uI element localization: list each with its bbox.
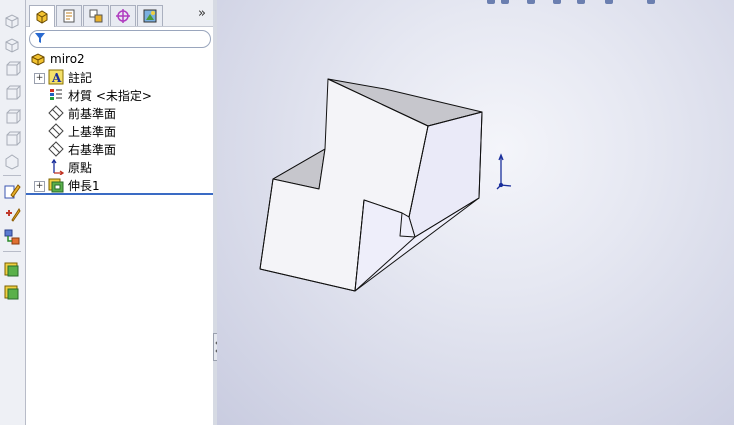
- extrude-icon: [48, 178, 64, 193]
- expand-icon[interactable]: +: [34, 181, 45, 192]
- svg-text:A: A: [51, 71, 62, 85]
- tree-root[interactable]: miro2: [30, 50, 85, 68]
- feature-icon[interactable]: [3, 260, 21, 278]
- property-manager-icon: [63, 9, 75, 23]
- tree-item-label: 上基準面: [68, 124, 117, 139]
- tree-root-label: miro2: [50, 52, 85, 66]
- configuration-manager-icon: [89, 9, 103, 23]
- tree-item-origin[interactable]: 原點: [48, 158, 92, 176]
- tree-item-label: 註記: [68, 70, 93, 85]
- origin-icon: [51, 159, 64, 175]
- plane-icon: [48, 123, 64, 139]
- tree-item-label: 材質 <未指定>: [68, 88, 152, 103]
- toolbar-separator: [3, 175, 21, 176]
- tree-item-top-plane[interactable]: 上基準面: [48, 122, 116, 140]
- left-command-toolbar: [0, 0, 26, 425]
- tree-item-label: 右基準面: [68, 142, 117, 157]
- filter-input[interactable]: [29, 30, 211, 48]
- dimxpert-icon: [116, 9, 130, 23]
- part-icon: [31, 53, 45, 66]
- tab-property-manager[interactable]: [56, 5, 82, 26]
- relations-icon[interactable]: [3, 228, 21, 246]
- rollback-bar[interactable]: [26, 193, 213, 195]
- annotations-icon: A: [48, 69, 64, 85]
- tree-item-label: 前基準面: [68, 106, 117, 121]
- view-box-icon[interactable]: [3, 108, 22, 126]
- graphics-area[interactable]: [217, 0, 734, 425]
- tree-item-extrude[interactable]: 伸長1: [48, 176, 100, 194]
- tree-item-annotations[interactable]: A 註記: [48, 68, 92, 86]
- feature-manager-panel: » miro2 + A 註記 材質 <未指定> 前基準面 上基準面 右基準面 原…: [26, 0, 214, 425]
- tab-display-manager[interactable]: [137, 5, 163, 26]
- tree-item-label: 伸長1: [68, 178, 100, 193]
- tree-item-right-plane[interactable]: 右基準面: [48, 140, 116, 158]
- tree-item-label: 原點: [68, 160, 93, 175]
- smart-dimension-icon[interactable]: [3, 205, 21, 223]
- tree-item-material[interactable]: 材質 <未指定>: [48, 86, 152, 104]
- view-box-icon[interactable]: [3, 84, 22, 102]
- view-box-icon[interactable]: [3, 36, 21, 54]
- plane-icon: [48, 105, 64, 121]
- view-box-icon[interactable]: [3, 60, 22, 78]
- tab-dimxpert-manager[interactable]: [110, 5, 136, 26]
- panel-tab-bar: »: [26, 0, 213, 27]
- display-manager-icon: [143, 9, 157, 23]
- toolbar-separator: [3, 251, 21, 252]
- filter-icon: [35, 33, 45, 43]
- tab-configuration-manager[interactable]: [83, 5, 109, 26]
- tab-feature-manager[interactable]: [29, 5, 55, 27]
- view-box-icon[interactable]: [3, 12, 21, 30]
- view-box-icon[interactable]: [3, 130, 22, 148]
- feature-icon[interactable]: [3, 283, 21, 301]
- view-box-icon[interactable]: [3, 152, 21, 170]
- sketch-icon[interactable]: [3, 182, 21, 200]
- extruded-part[interactable]: [259, 78, 483, 292]
- material-icon: [50, 89, 62, 100]
- model-view: [259, 78, 512, 292]
- tree-item-front-plane[interactable]: 前基準面: [48, 104, 116, 122]
- reference-triad-icon: [496, 153, 512, 190]
- chevron-right-icon[interactable]: »: [194, 6, 210, 22]
- feature-manager-icon: [36, 9, 48, 24]
- plane-icon: [48, 141, 64, 157]
- expand-icon[interactable]: +: [34, 73, 45, 84]
